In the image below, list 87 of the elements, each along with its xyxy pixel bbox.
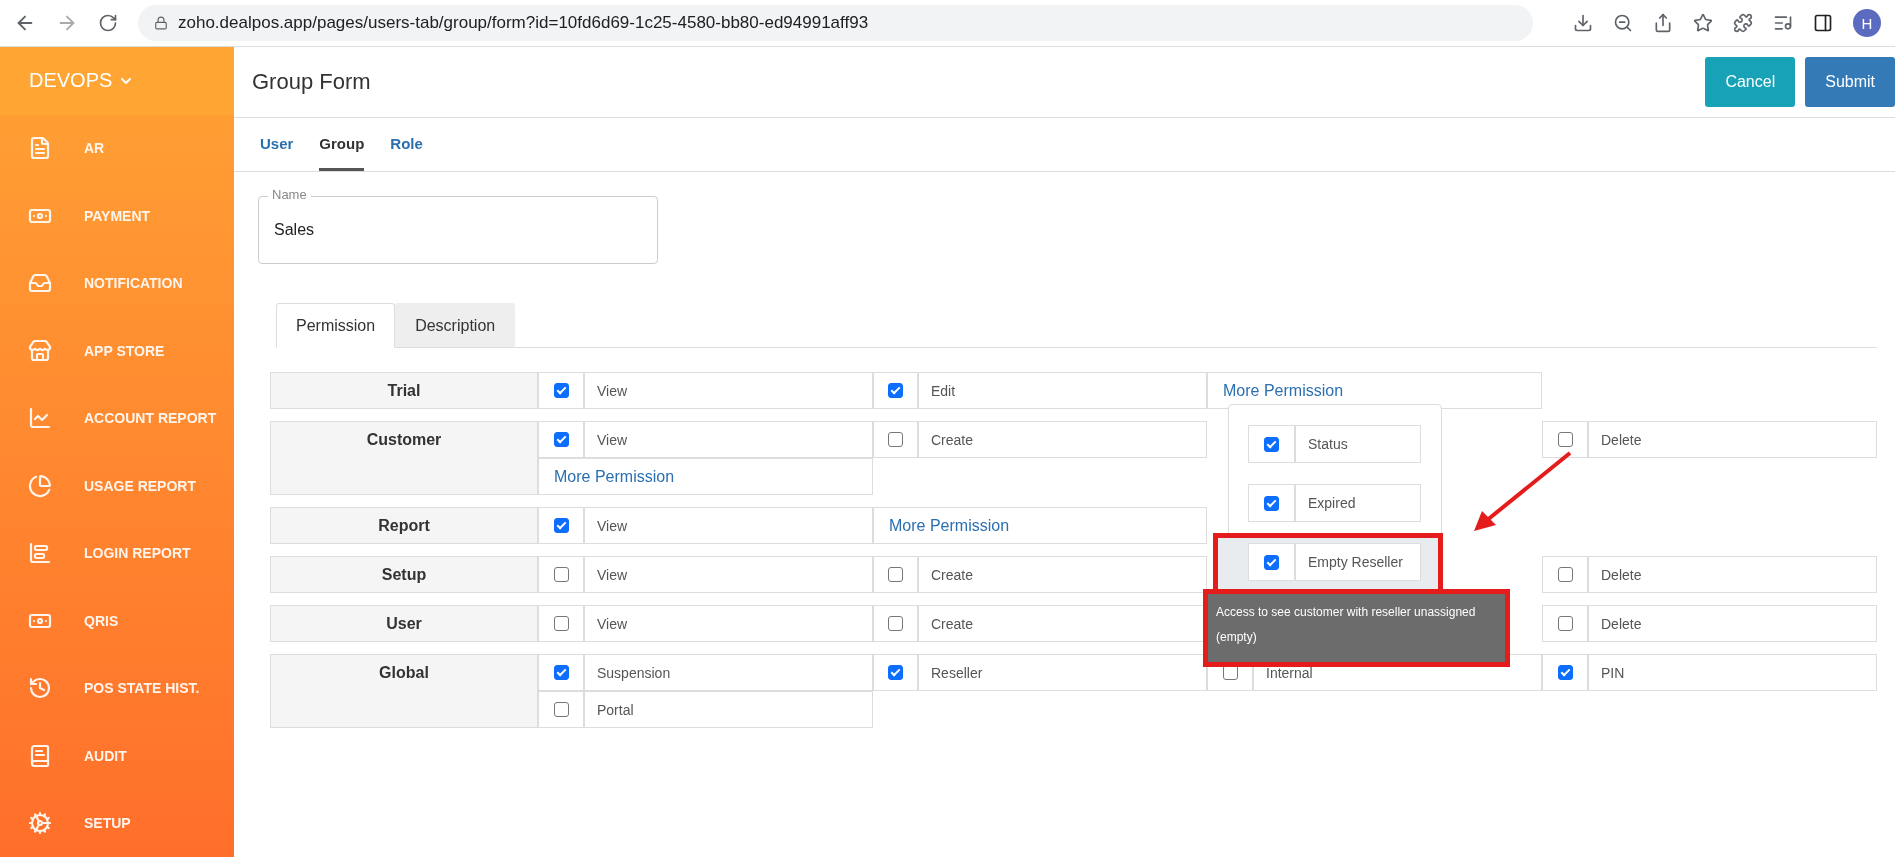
more-permission-link[interactable]: More Permission — [538, 458, 873, 495]
side-panel-icon[interactable] — [1813, 13, 1833, 33]
checkbox[interactable] — [1557, 616, 1573, 631]
checkbox[interactable] — [1264, 554, 1279, 570]
address-bar[interactable]: zoho.dealpos.app/pages/users-tab/group/form?id=10fd6d69-1c25-4580-bb80-ed94991aff93 — [138, 5, 1533, 41]
checkbox[interactable] — [888, 616, 903, 631]
page-title: Group Form — [252, 69, 371, 95]
star-icon[interactable] — [1693, 13, 1713, 33]
checkbox[interactable] — [553, 383, 569, 398]
permission-group-label: Customer — [270, 421, 538, 495]
sidebar-item[interactable]: AR — [0, 114, 234, 182]
tab[interactable]: Description — [395, 303, 516, 348]
checkbox[interactable] — [553, 567, 569, 582]
checkbox[interactable] — [1557, 567, 1573, 582]
tab[interactable]: Role — [390, 118, 423, 171]
permission-group-label: Setup — [270, 556, 538, 593]
bar-chart-icon — [28, 541, 52, 566]
line-chart-icon — [28, 406, 52, 431]
puzzle-icon[interactable] — [1733, 13, 1753, 33]
permission-group-label: Report — [270, 507, 538, 544]
checkbox[interactable] — [888, 567, 903, 582]
checkbox[interactable] — [1557, 665, 1573, 680]
permission-label: View — [584, 556, 873, 593]
checkbox[interactable] — [553, 665, 569, 680]
reload-icon[interactable] — [98, 13, 118, 33]
permission-label: Create — [918, 556, 1207, 593]
checkbox[interactable] — [1264, 495, 1279, 511]
download-icon[interactable] — [1573, 13, 1593, 33]
profile-avatar[interactable]: H — [1853, 9, 1881, 37]
sidebar-item[interactable]: ACCOUNT REPORT — [0, 384, 234, 452]
tab[interactable]: Group — [319, 118, 365, 171]
checkbox[interactable] — [553, 432, 569, 447]
sidebar-item[interactable]: SETUP — [0, 789, 234, 857]
sidebar-item[interactable]: POS STATE HIST. — [0, 654, 234, 722]
permission-label: Delete — [1588, 605, 1877, 642]
permission-label: Delete — [1588, 556, 1877, 593]
permission-label: Create — [918, 421, 1207, 458]
store-icon — [28, 338, 52, 363]
book-icon — [28, 743, 52, 768]
sidebar-item[interactable]: QRIS — [0, 587, 234, 655]
checkbox[interactable] — [553, 702, 569, 717]
tab[interactable]: Permission — [276, 303, 396, 348]
checkbox[interactable] — [1557, 432, 1573, 447]
brand-name[interactable]: DEVOPS — [29, 69, 113, 93]
permission-label: View — [584, 372, 873, 409]
document-icon — [28, 136, 52, 161]
zoom-icon[interactable] — [1613, 13, 1633, 33]
checkbox[interactable] — [888, 432, 903, 447]
checkbox[interactable] — [553, 518, 569, 533]
permission-label: Delete — [1588, 421, 1877, 458]
sidebar-item[interactable]: PAYMENT — [0, 182, 234, 250]
permission-group-label: Global — [270, 654, 538, 728]
permission-group-label: Trial — [270, 372, 538, 409]
permission-group-label: User — [270, 605, 538, 642]
history-icon — [28, 676, 52, 701]
more-permission-link[interactable]: More Permission — [873, 507, 1207, 544]
submit-button[interactable]: Submit — [1805, 57, 1895, 107]
cancel-button[interactable]: Cancel — [1705, 57, 1796, 107]
settings-icon — [28, 811, 52, 836]
tooltip: Access to see customer with reseller unassigned (empty) — [1203, 589, 1510, 667]
tab[interactable]: User — [260, 118, 294, 171]
share-icon[interactable] — [1653, 13, 1673, 33]
pie-chart-icon — [28, 473, 52, 498]
checkbox[interactable] — [888, 665, 903, 680]
media-icon[interactable] — [1773, 13, 1793, 33]
lock-icon — [154, 16, 168, 30]
sidebar-item[interactable]: LOGIN REPORT — [0, 519, 234, 587]
permission-label: PIN — [1588, 654, 1877, 691]
permission-label: Edit — [918, 372, 1207, 409]
checkbox[interactable] — [1264, 436, 1279, 452]
permission-label: Status — [1295, 425, 1421, 463]
sidebar-item[interactable]: AUDIT — [0, 722, 234, 790]
permission-label: View — [584, 421, 873, 458]
sidebar-item[interactable]: APP STORE — [0, 317, 234, 385]
permission-label: Portal — [584, 691, 873, 728]
sidebar-item[interactable]: NOTIFICATION — [0, 249, 234, 317]
permission-label: View — [584, 605, 873, 642]
url-text: zoho.dealpos.app/pages/users-tab/group/form?id=10fd6d69-1c25-4580-bb80-ed94991aff93 — [178, 13, 869, 33]
permission-label: Reseller — [918, 654, 1207, 691]
field-label: Name — [268, 187, 311, 202]
checkbox[interactable] — [888, 383, 903, 398]
checkbox[interactable] — [553, 616, 569, 631]
permission-label: View — [584, 507, 873, 544]
permission-label: Empty Reseller — [1295, 543, 1421, 581]
permission-label: Suspension — [584, 654, 873, 691]
permission-label: Expired — [1295, 484, 1421, 522]
sidebar-item[interactable]: USAGE REPORT — [0, 452, 234, 520]
